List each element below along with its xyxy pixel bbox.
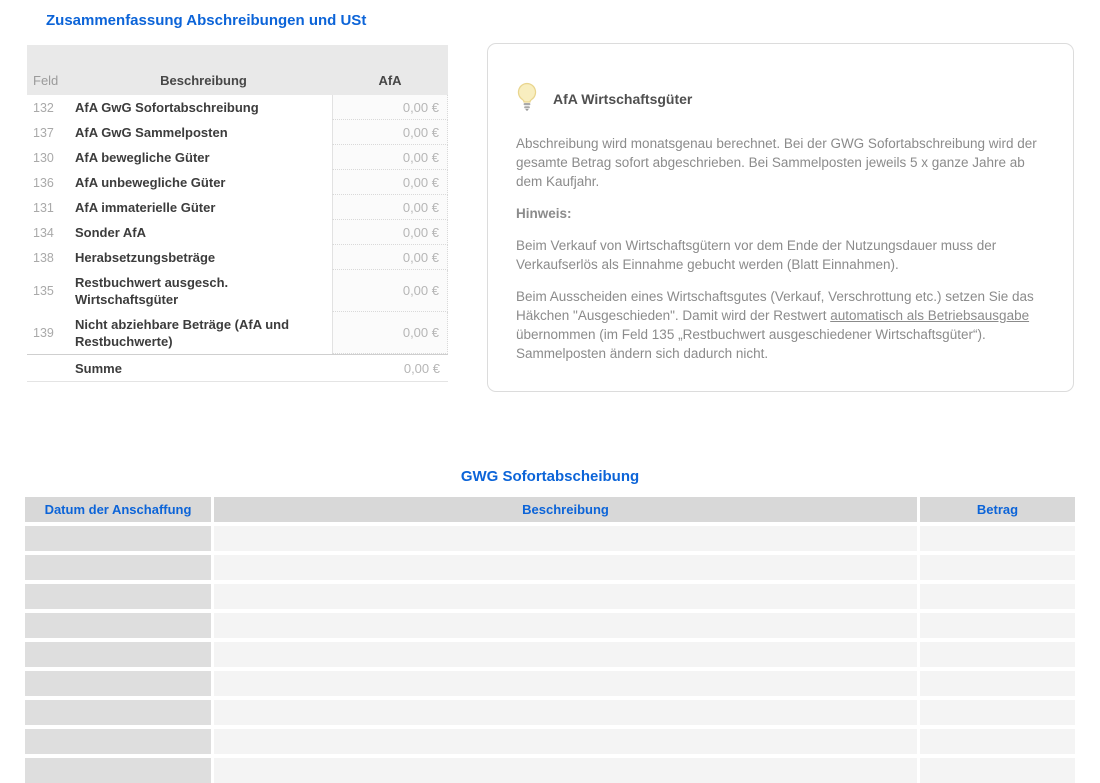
field-number: 137	[27, 120, 75, 145]
gwg-description-cell[interactable]	[214, 613, 917, 638]
gwg-date-cell[interactable]	[25, 613, 211, 638]
gwg-amount-cell[interactable]	[920, 729, 1075, 754]
summary-table-row: 136AfA unbewegliche Güter0,00 €	[27, 170, 448, 195]
summary-section-title: Zusammenfassung Abschreibungen und USt	[46, 12, 366, 29]
summary-table-header: Feld Beschreibung AfA	[27, 45, 448, 95]
info-paragraph-2: Beim Verkauf von Wirtschaftsgütern vor d…	[516, 236, 1043, 274]
field-number: 138	[27, 245, 75, 270]
summary-table-row: 137AfA GwG Sammelposten0,00 €	[27, 120, 448, 145]
gwg-description-cell[interactable]	[214, 584, 917, 609]
afa-value-cell[interactable]: 0,00 €	[332, 195, 448, 220]
row-description: Nicht abziehbare Beträge (AfA und Restbu…	[75, 312, 332, 354]
field-number: 131	[27, 195, 75, 220]
afa-value-cell[interactable]: 0,00 €	[332, 270, 448, 312]
field-number: 136	[27, 170, 75, 195]
total-label: Summe	[75, 361, 332, 376]
gwg-amount-cell[interactable]	[920, 526, 1075, 551]
info-paragraph-3-part2: übernommen (im Feld 135 „Restbuchwert au…	[516, 327, 986, 361]
column-header-feld: Feld	[27, 73, 75, 88]
row-description: AfA immaterielle Güter	[75, 195, 332, 220]
gwg-amount-cell[interactable]	[920, 613, 1075, 638]
gwg-column-header-betrag: Betrag	[920, 497, 1075, 522]
gwg-table-row	[25, 758, 1075, 783]
gwg-amount-cell[interactable]	[920, 758, 1075, 783]
row-description: Sonder AfA	[75, 220, 332, 245]
row-description: Restbuchwert ausgesch. Wirtschaftsgüter	[75, 270, 332, 312]
gwg-date-cell[interactable]	[25, 671, 211, 696]
gwg-date-cell[interactable]	[25, 758, 211, 783]
gwg-table-row	[25, 555, 1075, 580]
gwg-description-cell[interactable]	[214, 758, 917, 783]
afa-value-cell[interactable]: 0,00 €	[332, 312, 448, 354]
gwg-description-cell[interactable]	[214, 729, 917, 754]
row-description: AfA bewegliche Güter	[75, 145, 332, 170]
row-description: AfA GwG Sammelposten	[75, 120, 332, 145]
gwg-table: Datum der Anschaffung Beschreibung Betra…	[25, 497, 1075, 783]
gwg-table-row	[25, 584, 1075, 609]
row-description: AfA GwG Sofortabschreibung	[75, 95, 332, 120]
gwg-date-cell[interactable]	[25, 584, 211, 609]
gwg-date-cell[interactable]	[25, 642, 211, 667]
gwg-column-header-date: Datum der Anschaffung	[25, 497, 211, 522]
info-panel-title-row: AfA Wirtschaftsgüter	[516, 82, 1043, 116]
column-header-afa: AfA	[332, 73, 448, 88]
summary-table-row: 138Herabsetzungsbeträge0,00 €	[27, 245, 448, 270]
gwg-amount-cell[interactable]	[920, 584, 1075, 609]
gwg-table-row	[25, 613, 1075, 638]
column-header-beschreibung: Beschreibung	[75, 73, 332, 88]
gwg-date-cell[interactable]	[25, 700, 211, 725]
summary-table-row: 131AfA immaterielle Güter0,00 €	[27, 195, 448, 220]
gwg-description-cell[interactable]	[214, 526, 917, 551]
gwg-section-title: GWG Sofortabscheibung	[0, 468, 1100, 485]
info-panel-title: AfA Wirtschaftsgüter	[553, 91, 692, 107]
gwg-description-cell[interactable]	[214, 642, 917, 667]
gwg-date-cell[interactable]	[25, 526, 211, 551]
afa-value-cell[interactable]: 0,00 €	[332, 120, 448, 145]
afa-value-cell[interactable]: 0,00 €	[332, 145, 448, 170]
lightbulb-icon	[516, 82, 538, 116]
gwg-table-row	[25, 700, 1075, 725]
summary-table-row: 134Sonder AfA0,00 €	[27, 220, 448, 245]
row-description: AfA unbewegliche Güter	[75, 170, 332, 195]
afa-value-cell[interactable]: 0,00 €	[332, 245, 448, 270]
info-hinweis-label: Hinweis:	[516, 204, 1043, 223]
afa-value-cell[interactable]: 0,00 €	[332, 220, 448, 245]
gwg-description-cell[interactable]	[214, 555, 917, 580]
gwg-table-header: Datum der Anschaffung Beschreibung Betra…	[25, 497, 1075, 522]
summary-table-row: 132AfA GwG Sofortabschreibung0,00 €	[27, 95, 448, 120]
field-number: 130	[27, 145, 75, 170]
gwg-description-cell[interactable]	[214, 700, 917, 725]
info-paragraph-1: Abschreibung wird monatsgenau berechnet.…	[516, 134, 1043, 191]
summary-table-row: 135Restbuchwert ausgesch. Wirtschaftsgüt…	[27, 270, 448, 312]
gwg-table-row	[25, 642, 1075, 667]
gwg-date-cell[interactable]	[25, 729, 211, 754]
gwg-table-row	[25, 671, 1075, 696]
gwg-table-body	[25, 526, 1075, 783]
gwg-date-cell[interactable]	[25, 555, 211, 580]
info-panel: AfA Wirtschaftsgüter Abschreibung wird m…	[487, 43, 1074, 392]
summary-table-body: 132AfA GwG Sofortabschreibung0,00 €137Af…	[27, 95, 448, 354]
field-number: 139	[27, 312, 75, 354]
field-number: 135	[27, 270, 75, 312]
info-paragraph-3-underlined: automatisch als Betriebsausgabe	[830, 308, 1029, 323]
gwg-description-cell[interactable]	[214, 671, 917, 696]
afa-value-cell[interactable]: 0,00 €	[332, 170, 448, 195]
total-value: 0,00 €	[332, 361, 448, 376]
gwg-column-header-beschreibung: Beschreibung	[214, 497, 917, 522]
gwg-amount-cell[interactable]	[920, 642, 1075, 667]
afa-value-cell[interactable]: 0,00 €	[332, 95, 448, 120]
field-number: 134	[27, 220, 75, 245]
gwg-amount-cell[interactable]	[920, 555, 1075, 580]
info-paragraph-3: Beim Ausscheiden eines Wirtschaftsgutes …	[516, 287, 1043, 363]
gwg-amount-cell[interactable]	[920, 671, 1075, 696]
summary-table: Feld Beschreibung AfA 132AfA GwG Soforta…	[27, 45, 448, 382]
gwg-amount-cell[interactable]	[920, 700, 1075, 725]
summary-total-row: Summe 0,00 €	[27, 354, 448, 382]
summary-table-row: 139Nicht abziehbare Beträge (AfA und Res…	[27, 312, 448, 354]
summary-table-row: 130AfA bewegliche Güter0,00 €	[27, 145, 448, 170]
gwg-table-row	[25, 729, 1075, 754]
field-number: 132	[27, 95, 75, 120]
gwg-table-row	[25, 526, 1075, 551]
row-description: Herabsetzungsbeträge	[75, 245, 332, 270]
